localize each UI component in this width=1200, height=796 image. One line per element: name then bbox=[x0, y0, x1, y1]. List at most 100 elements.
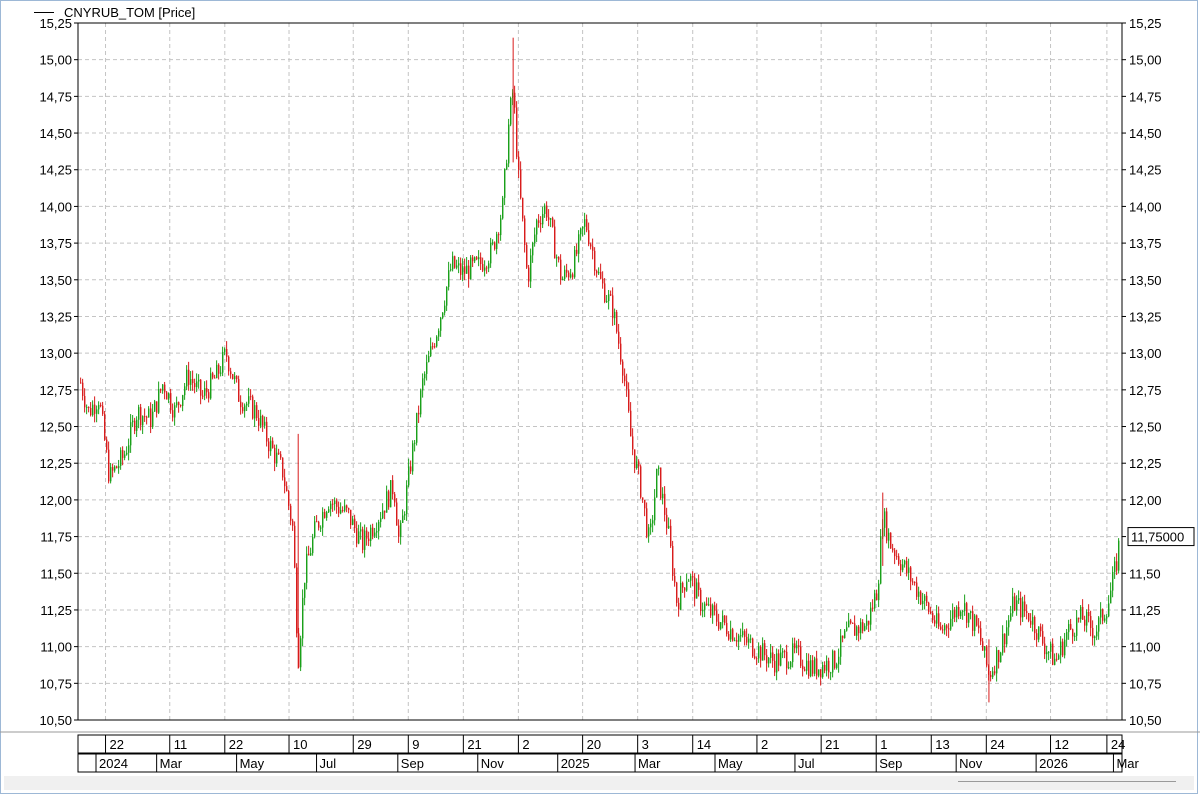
candle-body bbox=[304, 582, 306, 598]
candle-body bbox=[166, 392, 168, 400]
candle-body bbox=[80, 382, 82, 384]
candle-body bbox=[752, 638, 754, 657]
candle-body bbox=[744, 631, 746, 637]
candle-body bbox=[432, 346, 434, 348]
y-tick-label-left: 14,75 bbox=[39, 89, 72, 104]
x-bottom-tick-label: Sep bbox=[879, 756, 902, 771]
candle-body bbox=[1086, 611, 1088, 626]
candle-body bbox=[1060, 641, 1062, 656]
candle-body bbox=[646, 508, 648, 537]
candle-body bbox=[754, 656, 756, 659]
candle-body bbox=[832, 650, 834, 673]
x-bottom-tick-label: Nov bbox=[481, 756, 505, 771]
candle-body bbox=[1106, 616, 1108, 619]
candle-body bbox=[256, 405, 258, 419]
candle-body bbox=[802, 665, 804, 670]
candle-body bbox=[342, 509, 344, 511]
candle-body bbox=[320, 527, 322, 529]
candle-body bbox=[804, 669, 806, 671]
candle-body bbox=[250, 396, 252, 398]
candle-body bbox=[364, 530, 366, 550]
candle-body bbox=[326, 512, 328, 518]
candle-body bbox=[450, 269, 452, 271]
candle-body bbox=[114, 466, 116, 471]
candle-body bbox=[1084, 619, 1086, 626]
candle-body bbox=[550, 218, 552, 220]
candle-body bbox=[552, 218, 554, 227]
candle-body bbox=[848, 620, 850, 628]
candle-body bbox=[714, 605, 716, 611]
y-tick-label-left: 13,75 bbox=[39, 236, 72, 251]
candle-body bbox=[162, 384, 164, 391]
candle-body bbox=[398, 525, 400, 537]
candle-body bbox=[142, 416, 144, 426]
candle-body bbox=[92, 404, 94, 416]
scrollbar-thumb-line[interactable] bbox=[958, 781, 1176, 782]
candle-body bbox=[616, 311, 618, 332]
candle-body bbox=[374, 532, 376, 536]
candle-body bbox=[128, 445, 130, 453]
candle-body bbox=[972, 611, 974, 631]
candle-body bbox=[440, 317, 442, 331]
candle-body bbox=[862, 622, 864, 631]
candle-body bbox=[1088, 611, 1090, 617]
candle-body bbox=[164, 384, 166, 393]
x-bottom-tick-label: Mar bbox=[638, 756, 661, 771]
candle-body bbox=[820, 669, 822, 677]
candle-body bbox=[886, 511, 888, 541]
candle-body bbox=[614, 311, 616, 319]
candle-body bbox=[822, 664, 824, 677]
horizontal-scrollbar[interactable] bbox=[4, 776, 1194, 790]
candle-body bbox=[668, 525, 670, 529]
candle-body bbox=[138, 407, 140, 420]
candle-body bbox=[322, 511, 324, 528]
y-tick-label-right: 15,00 bbox=[1129, 53, 1162, 68]
candle-body bbox=[466, 265, 468, 274]
candle-body bbox=[604, 283, 606, 302]
candle-body bbox=[856, 626, 858, 636]
candle-body bbox=[960, 611, 962, 617]
candle-body bbox=[176, 402, 178, 406]
candle-body bbox=[880, 536, 882, 584]
candle-body bbox=[544, 205, 546, 214]
x-top-tick-label: 22 bbox=[110, 737, 124, 752]
candle-body bbox=[380, 518, 382, 522]
candle-body bbox=[146, 416, 148, 418]
price-chart[interactable]: 10,50 10,75 11,00 11,25 11,50 11,75 12,00 12,25… bbox=[0, 0, 1200, 776]
candle-body bbox=[236, 376, 238, 380]
candle-body bbox=[1024, 601, 1026, 612]
candle-body bbox=[708, 604, 710, 606]
candle-body bbox=[742, 631, 744, 636]
candle-body bbox=[748, 638, 750, 643]
candle-body bbox=[812, 660, 814, 674]
candle-body bbox=[1108, 603, 1110, 617]
y-tick-label-left: 14,00 bbox=[39, 199, 72, 214]
candle-body bbox=[774, 660, 776, 673]
candle-body bbox=[248, 396, 250, 404]
candle-body bbox=[372, 527, 374, 536]
candle-body bbox=[630, 410, 632, 437]
candle-body bbox=[446, 286, 448, 306]
candle-body bbox=[858, 626, 860, 634]
candle-body bbox=[852, 622, 854, 624]
candle-body bbox=[132, 420, 134, 423]
y-tick-label-right: 11,50 bbox=[1129, 566, 1161, 581]
candle-body bbox=[1014, 596, 1016, 611]
candle-body bbox=[916, 582, 918, 597]
candle-body bbox=[370, 527, 372, 541]
candle-body bbox=[946, 625, 948, 629]
y-tick-label-right: 14,25 bbox=[1129, 163, 1162, 178]
candle-body bbox=[944, 625, 946, 631]
candle-body bbox=[1046, 652, 1048, 655]
candle-body bbox=[1080, 606, 1082, 620]
candle-body bbox=[86, 406, 88, 408]
x-bottom-tick-label: 2025 bbox=[561, 756, 590, 771]
candle-body bbox=[1042, 631, 1044, 644]
candle-body bbox=[368, 538, 370, 541]
y-tick-label-left: 11,25 bbox=[40, 603, 72, 618]
candle-body bbox=[478, 257, 480, 260]
candle-body bbox=[404, 514, 406, 516]
candle-body bbox=[366, 530, 368, 539]
y-tick-label-right: 13,75 bbox=[1129, 236, 1162, 251]
candle-body bbox=[826, 660, 828, 671]
